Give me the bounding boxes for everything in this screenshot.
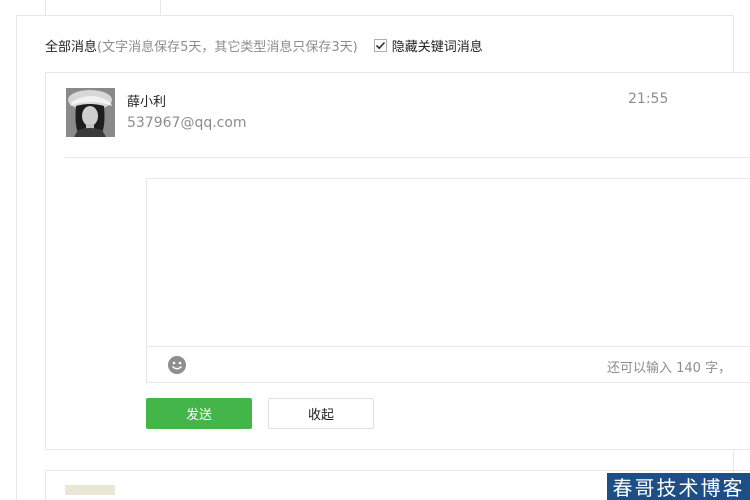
sender-email: 537967@qq.com — [127, 115, 247, 131]
send-button[interactable]: 发送 — [146, 398, 252, 429]
editor-toolbar: 还可以输入 140 字， — [147, 346, 750, 383]
previous-element-remnant — [45, 0, 161, 16]
char-count: 还可以输入 140 字， — [607, 361, 732, 376]
hide-keyword-checkbox[interactable]: 隐藏关键词消息 — [373, 36, 483, 55]
reply-input[interactable] — [147, 179, 750, 346]
collapse-button[interactable]: 收起 — [268, 398, 374, 429]
all-messages-title: 全部消息 — [45, 39, 98, 55]
message-card: 薛小利 537967@qq.com 21:55 还可以输入 140 字， 发送 … — [45, 72, 750, 450]
emoji-icon[interactable] — [167, 355, 187, 375]
checkbox-checked-icon[interactable] — [373, 38, 387, 52]
retention-note: (文字消息保存5天，其它类型消息只保存3天) — [97, 39, 358, 55]
message-management-page: 全部消息 (文字消息保存5天，其它类型消息只保存3天) 隐藏关键词消息 薛小利 — [0, 0, 750, 500]
hide-keyword-label: 隐藏关键词消息 — [391, 39, 483, 55]
message-time: 21:55 — [628, 91, 669, 107]
message-filter-bar: 全部消息 (文字消息保存5天，其它类型消息只保存3天) 隐藏关键词消息 — [45, 33, 483, 57]
divider — [65, 157, 750, 158]
avatar[interactable] — [65, 485, 115, 495]
watermark: 春哥技术博客 — [607, 473, 750, 500]
avatar[interactable] — [66, 88, 115, 137]
sender-name[interactable]: 薛小利 — [127, 91, 166, 110]
reply-editor: 还可以输入 140 字， — [146, 178, 750, 383]
